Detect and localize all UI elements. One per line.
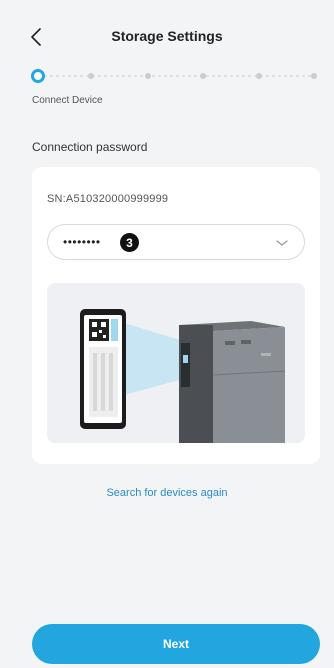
step-dot [311, 73, 317, 79]
step-label: Connect Device [32, 95, 103, 106]
step-dot [256, 73, 262, 79]
connection-card: SN:A510320000999999 •••••••• 3 [32, 167, 320, 464]
step-dot [88, 73, 94, 79]
progress-stepper [30, 66, 320, 86]
step-dot [200, 73, 206, 79]
next-button[interactable]: Next [32, 624, 320, 664]
chevron-down-icon [276, 240, 288, 246]
password-value: •••••••• [63, 235, 101, 249]
app-header: Storage Settings [0, 0, 334, 70]
page-title: Storage Settings [111, 28, 223, 44]
serial-number: SN:A510320000999999 [47, 193, 169, 205]
section-title: Connection password [32, 140, 148, 154]
step-dot-active [31, 69, 45, 83]
step-dot [145, 73, 151, 79]
password-field[interactable]: •••••••• 3 [47, 224, 305, 260]
annotation-badge: 3 [120, 233, 139, 252]
device-illustration [47, 283, 305, 443]
search-again-link[interactable]: Search for devices again [0, 487, 334, 499]
